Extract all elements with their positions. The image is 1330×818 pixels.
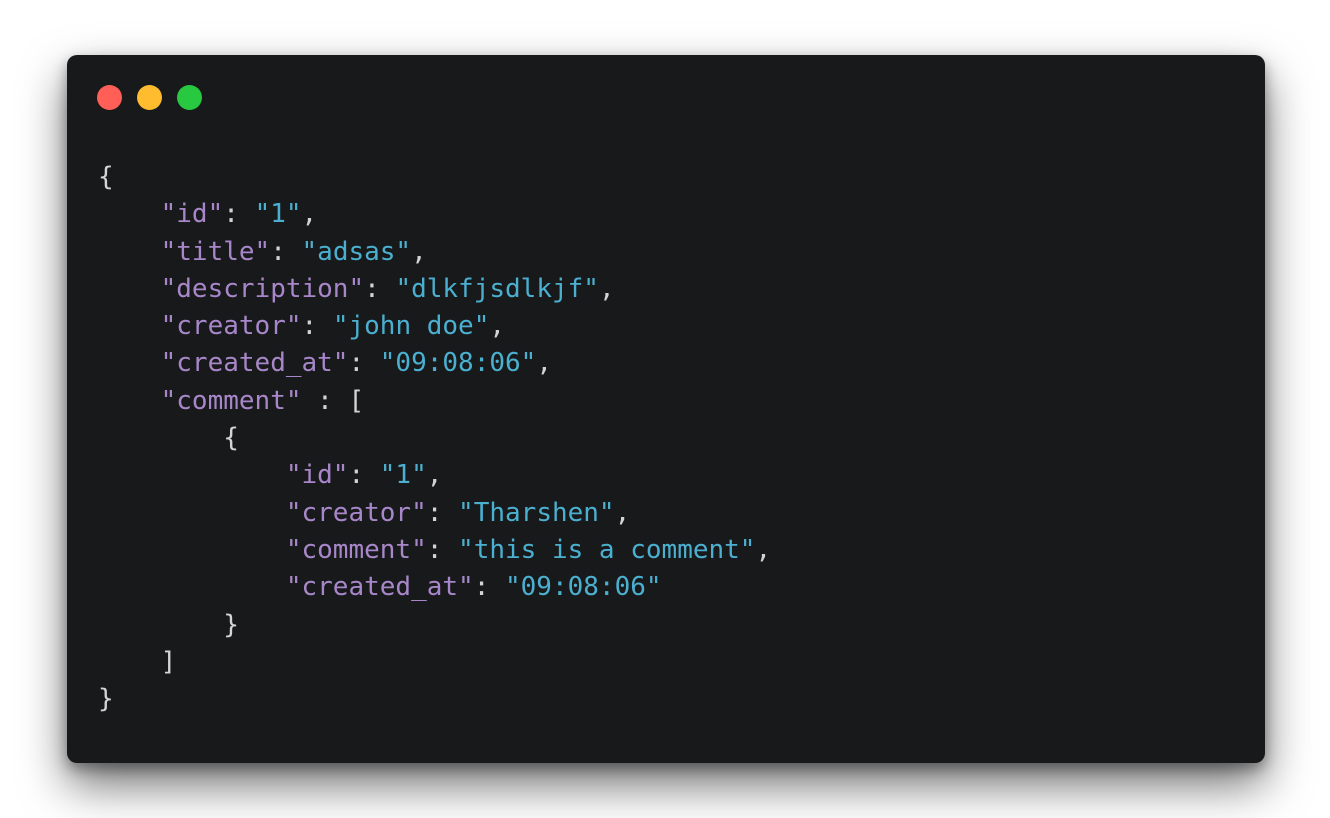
code-window: { "id": "1", "title": "adsas", "descript… <box>67 55 1265 763</box>
json-comma: , <box>301 199 318 230</box>
json-separator: : <box>348 348 380 379</box>
code-line-inner-comment: "comment": "this is a comment", <box>98 532 771 569</box>
json-value: "adsas" <box>301 236 412 267</box>
json-value: "this is a comment" <box>458 534 756 565</box>
json-separator: : <box>223 199 255 230</box>
json-separator: : <box>270 236 302 267</box>
code-line-inner-created-at: "created_at": "09:08:06" <box>98 569 771 606</box>
json-value: "1" <box>379 460 427 491</box>
json-key: "creator" <box>160 311 302 342</box>
json-key: "creator" <box>285 497 427 528</box>
json-value: "09:08:06" <box>379 348 537 379</box>
code-line-title: "title": "adsas", <box>98 234 771 271</box>
json-comma: , <box>536 348 552 379</box>
code-line-close: } <box>98 681 771 718</box>
json-separator: : <box>426 497 459 528</box>
window-controls <box>97 85 202 110</box>
json-value: "john doe" <box>332 311 490 342</box>
code-line-inner-close: } <box>98 607 771 644</box>
json-key: "comment" <box>285 534 427 565</box>
code-line: { <box>98 159 771 196</box>
close-brace: } <box>98 684 114 715</box>
json-comma: , <box>598 273 615 304</box>
code-line-inner-open: { <box>98 420 771 457</box>
json-value: "1" <box>254 199 302 230</box>
json-value: "09:08:06" <box>505 572 662 603</box>
json-key: "comment" <box>160 385 302 416</box>
json-separator: : <box>301 311 333 342</box>
code-line-description: "description": "dlkfjsdlkjf", <box>98 271 771 308</box>
open-brace: { <box>98 162 114 192</box>
json-separator: : <box>364 273 396 304</box>
json-key: "id" <box>285 460 349 491</box>
close-button[interactable] <box>97 85 122 110</box>
json-key: "id" <box>160 199 224 230</box>
json-key: "title" <box>160 236 271 267</box>
json-code-block: { "id": "1", "title": "adsas", "descript… <box>98 159 771 718</box>
json-key: "created_at" <box>160 348 349 379</box>
json-separator: : <box>348 460 380 491</box>
maximize-button[interactable] <box>177 85 202 110</box>
code-line-array-close: ] <box>98 644 771 681</box>
json-key: "description" <box>160 273 365 304</box>
inner-close-brace: } <box>223 609 239 640</box>
json-value: "dlkfjsdlkjf" <box>395 273 599 304</box>
json-separator: : <box>426 534 459 565</box>
inner-open-brace: { <box>223 423 239 454</box>
code-line-inner-creator: "creator": "Tharshen", <box>98 495 771 532</box>
json-separator: : <box>473 572 505 603</box>
code-line-created-at: "created_at": "09:08:06", <box>98 345 771 382</box>
json-comma: , <box>411 236 427 267</box>
json-value: "Tharshen" <box>458 497 615 528</box>
code-line-comment: "comment" : [ <box>98 383 771 420</box>
minimize-button[interactable] <box>137 85 162 110</box>
json-separator: : [ <box>301 385 365 416</box>
array-close-bracket: ] <box>160 646 177 677</box>
code-line-inner-id: "id": "1", <box>98 457 771 494</box>
code-line-id: "id": "1", <box>98 196 771 233</box>
json-key: "created_at" <box>285 572 474 603</box>
json-comma: , <box>489 311 506 342</box>
json-comma: , <box>755 534 772 565</box>
code-line-creator: "creator": "john doe", <box>98 308 771 345</box>
json-comma: , <box>614 497 631 528</box>
json-comma: , <box>426 460 443 491</box>
